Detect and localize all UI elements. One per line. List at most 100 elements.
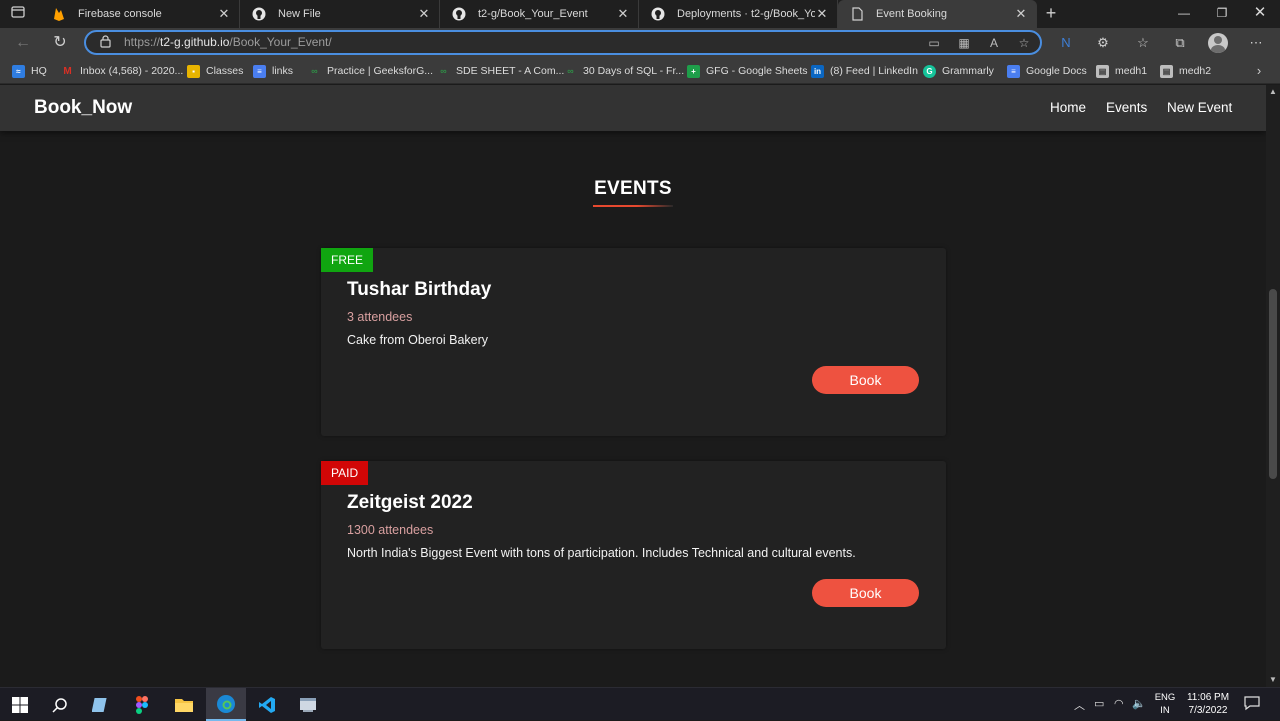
nav-home-link[interactable]: Home bbox=[1050, 100, 1086, 115]
bookmark-classes[interactable]: ▪ Classes bbox=[187, 63, 243, 79]
clock-date: 7/3/2022 bbox=[1188, 705, 1228, 716]
more-menu-icon[interactable]: ⋯ bbox=[1246, 33, 1266, 53]
bookmark-label: Practice | GeeksforG... bbox=[327, 65, 434, 77]
windows-start-icon[interactable] bbox=[0, 688, 40, 721]
extension-n-icon[interactable]: N bbox=[1056, 33, 1076, 53]
browser-tab-repo[interactable]: t2-g/Book_Your_Event ✕ bbox=[440, 0, 639, 28]
nav-events-link[interactable]: Events bbox=[1106, 100, 1147, 115]
figma-icon[interactable] bbox=[122, 688, 162, 721]
bookmark-page-icon: ▤ bbox=[1096, 64, 1109, 78]
bookmark-inbox[interactable]: M Inbox (4,568) - 2020... bbox=[61, 63, 183, 79]
app-window-icon[interactable] bbox=[288, 688, 328, 721]
book-button[interactable]: Book bbox=[812, 366, 919, 394]
address-toolbar: ← ↻ https://t2-g.github.io/Book_Your_Eve… bbox=[0, 28, 1280, 58]
input-language[interactable]: ENG IN bbox=[1148, 691, 1182, 717]
refresh-icon[interactable]: ↻ bbox=[49, 32, 71, 54]
browser-tab-firebase[interactable]: Firebase console ✕ bbox=[40, 0, 240, 28]
collections-icon[interactable]: ⧉ bbox=[1170, 33, 1190, 53]
bookmark-label: (8) Feed | LinkedIn bbox=[830, 65, 918, 77]
nav-new-event-link[interactable]: New Event bbox=[1167, 100, 1232, 115]
language-code: ENG bbox=[1154, 692, 1176, 703]
sheets-icon: + bbox=[687, 64, 700, 78]
page-icon bbox=[850, 7, 864, 21]
bookmark-medh1[interactable]: ▤ medh1 bbox=[1096, 63, 1147, 79]
page-scrollbar[interactable]: ▲ ▼ bbox=[1266, 85, 1280, 687]
file-explorer-icon[interactable] bbox=[164, 688, 204, 721]
bookmark-hq[interactable]: ≈ HQ bbox=[12, 63, 47, 79]
docs-icon: ≡ bbox=[1007, 64, 1020, 78]
chevron-right-icon[interactable]: › bbox=[1252, 63, 1266, 79]
bookmark-label: HQ bbox=[31, 65, 47, 77]
brand-logo[interactable]: Book_Now bbox=[34, 97, 132, 119]
minimize-icon[interactable]: — bbox=[1174, 3, 1194, 23]
tray-chevron-up-icon[interactable]: ︿ bbox=[1074, 697, 1085, 713]
tab-title: Deployments · t2-g/Book_Your_E bbox=[677, 8, 815, 20]
bookmark-grammarly[interactable]: G Grammarly bbox=[923, 63, 994, 79]
notifications-icon[interactable] bbox=[1244, 695, 1260, 714]
restore-icon[interactable]: ❐ bbox=[1212, 3, 1232, 23]
new-tab-button[interactable]: + bbox=[1040, 2, 1062, 24]
notepad-icon[interactable] bbox=[81, 688, 121, 721]
favorite-star-icon[interactable]: ☆ bbox=[1016, 35, 1032, 51]
bookmark-links[interactable]: ≡ links bbox=[253, 63, 293, 79]
bookmarks-bar: ≈ HQ M Inbox (4,568) - 2020... ▪ Classes ≡ l… bbox=[0, 58, 1280, 84]
close-tab-icon[interactable]: ✕ bbox=[616, 6, 630, 22]
browser-tab-event-booking[interactable]: Event Booking ✕ bbox=[838, 0, 1037, 28]
scroll-up-icon[interactable]: ▲ bbox=[1268, 87, 1278, 97]
book-button[interactable]: Book bbox=[812, 579, 919, 607]
event-description: North India's Biggest Event with tons of… bbox=[347, 546, 856, 560]
back-arrow-icon[interactable]: ← bbox=[12, 32, 34, 54]
battery-icon[interactable]: ▭ bbox=[1094, 697, 1104, 710]
bookmark-sde-sheet[interactable]: ∞ SDE SHEET - A Com... bbox=[437, 63, 564, 79]
close-tab-icon[interactable]: ✕ bbox=[1014, 6, 1028, 22]
search-icon[interactable] bbox=[40, 688, 80, 721]
tab-title: Firebase console bbox=[78, 8, 162, 20]
bookmark-label: 30 Days of SQL - Fr... bbox=[583, 65, 685, 77]
tab-strip: Firebase console ✕ New File ✕ t2-g/Book_… bbox=[0, 0, 1280, 28]
app-available-icon[interactable]: ▭ bbox=[926, 35, 942, 51]
volume-icon[interactable]: 🔈 bbox=[1132, 697, 1146, 710]
title-underline bbox=[593, 205, 673, 207]
bookmark-medh2[interactable]: ▤ medh2 bbox=[1160, 63, 1211, 79]
bookmark-practice-gfg[interactable]: ∞ Practice | GeeksforG... bbox=[308, 63, 433, 79]
docs-icon: ≡ bbox=[253, 64, 266, 78]
bookmark-label: medh1 bbox=[1115, 65, 1148, 77]
tab-actions-icon[interactable] bbox=[8, 5, 28, 23]
close-window-icon[interactable]: ✕ bbox=[1250, 3, 1270, 23]
close-tab-icon[interactable]: ✕ bbox=[417, 6, 431, 22]
read-aloud-icon[interactable]: A bbox=[986, 35, 1002, 51]
bookmark-google-docs[interactable]: ≡ Google Docs bbox=[1007, 63, 1087, 79]
profile-avatar-icon[interactable] bbox=[1208, 33, 1228, 53]
system-clock[interactable]: 11:06 PM 7/3/2022 bbox=[1182, 691, 1234, 717]
gfg-icon: ∞ bbox=[440, 66, 447, 76]
price-tag-free: FREE bbox=[321, 248, 374, 272]
edge-browser-icon[interactable] bbox=[206, 688, 246, 721]
qr-icon[interactable]: ▦ bbox=[956, 35, 972, 51]
browser-tab-deployments[interactable]: Deployments · t2-g/Book_Your_E ✕ bbox=[639, 0, 838, 28]
close-tab-icon[interactable]: ✕ bbox=[815, 6, 829, 22]
scroll-down-icon[interactable]: ▼ bbox=[1268, 675, 1278, 685]
bookmark-label: Grammarly bbox=[942, 65, 994, 77]
vscode-icon[interactable] bbox=[247, 688, 287, 721]
favorites-icon[interactable]: ☆ bbox=[1133, 33, 1153, 53]
bookmark-linkedin[interactable]: in (8) Feed | LinkedIn bbox=[811, 63, 918, 79]
lock-icon bbox=[100, 35, 114, 50]
gfg-icon: ∞ bbox=[567, 66, 574, 76]
scrollbar-thumb[interactable] bbox=[1269, 289, 1277, 479]
extensions-icon[interactable]: ⚙ bbox=[1093, 33, 1113, 53]
linkedin-icon: in bbox=[811, 64, 824, 78]
github-icon bbox=[452, 7, 466, 21]
event-attendees: 1300 attendees bbox=[347, 523, 434, 537]
event-description: Cake from Oberoi Bakery bbox=[347, 333, 489, 347]
bookmark-label: medh2 bbox=[1179, 65, 1212, 77]
gmail-icon: M bbox=[61, 64, 74, 78]
browser-tab-new-file[interactable]: New File ✕ bbox=[240, 0, 440, 28]
wifi-icon[interactable]: ◠ bbox=[1114, 697, 1124, 710]
event-name: Tushar Birthday bbox=[347, 279, 492, 300]
windows-taskbar: ︿ ▭ ◠ 🔈 ENG IN 11:06 PM 7/3/2022 bbox=[0, 687, 1280, 721]
bookmark-gfg-sheets[interactable]: + GFG - Google Sheets bbox=[687, 63, 808, 79]
event-attendees: 3 attendees bbox=[347, 310, 413, 324]
address-bar[interactable]: https://t2-g.github.io/Book_Your_Event/ … bbox=[84, 30, 1042, 55]
close-tab-icon[interactable]: ✕ bbox=[217, 6, 231, 22]
bookmark-30-days-sql[interactable]: ∞ 30 Days of SQL - Fr... bbox=[564, 63, 684, 79]
